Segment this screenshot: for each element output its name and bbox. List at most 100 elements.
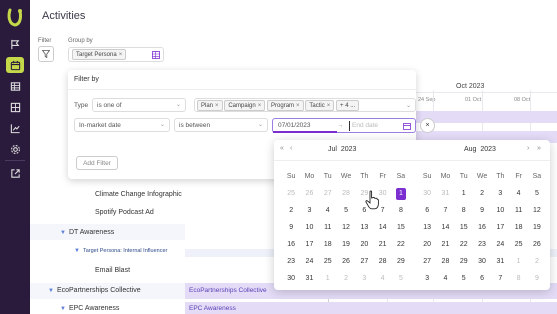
calendar-day[interactable]: 4 — [373, 270, 391, 287]
calendar-day[interactable]: 11 — [319, 219, 337, 236]
operator-select[interactable]: is one of ⌄ — [92, 98, 186, 112]
calendar-day[interactable]: 1 — [509, 253, 527, 270]
calendar-day[interactable]: 10 — [300, 219, 318, 236]
calendar-day[interactable]: 27 — [355, 253, 373, 270]
calendar-day[interactable]: 5 — [455, 270, 473, 287]
chevron-down-icon[interactable]: ▼ — [60, 230, 66, 236]
calendar-day[interactable]: 16 — [473, 219, 491, 236]
table-icon[interactable] — [6, 78, 24, 94]
add-filter-button[interactable]: Add Filter — [76, 156, 118, 170]
value-multiselect[interactable]: Plan × Campaign × Program × Tactic × + 4 ...… — [194, 98, 416, 112]
calendar-day[interactable]: 6 — [473, 270, 491, 287]
calendar-day[interactable]: 28 — [337, 185, 355, 202]
chip-remove-icon[interactable]: × — [258, 103, 262, 109]
calendar-day[interactable]: 22 — [392, 236, 410, 253]
calendar-day[interactable]: 2 — [473, 185, 491, 202]
field-select[interactable]: In-market date ⌄ — [74, 118, 170, 132]
calendar-day[interactable]: 25 — [509, 236, 527, 253]
year-select[interactable]: 2023 — [341, 146, 357, 153]
calendar-day[interactable]: 1 — [319, 270, 337, 287]
app-logo[interactable] — [6, 8, 24, 28]
calendar-day[interactable]: 10 — [491, 202, 509, 219]
calendar-day[interactable]: 12 — [337, 219, 355, 236]
calendar-day[interactable]: 28 — [436, 253, 454, 270]
calendar-day[interactable]: 17 — [300, 236, 318, 253]
analytics-icon[interactable] — [6, 120, 24, 136]
calendar-day[interactable]: 18 — [319, 236, 337, 253]
group-row[interactable]: ▼ Target Persona: Internal Influencer — [74, 248, 167, 254]
chevron-down-icon[interactable]: ▼ — [60, 306, 66, 312]
settings-icon[interactable] — [6, 141, 24, 157]
calendar-day[interactable]: 12 — [528, 202, 546, 219]
filter-button[interactable] — [38, 46, 54, 62]
chevron-down-icon[interactable]: ▼ — [74, 248, 80, 254]
calendar-day[interactable]: 19 — [337, 236, 355, 253]
calendar-day[interactable]: 4 — [509, 185, 527, 202]
calendar-day[interactable]: 8 — [509, 270, 527, 287]
group-row[interactable]: ▼ EcoPartnerships Collective — [48, 287, 141, 294]
flag-icon[interactable] — [6, 36, 24, 52]
more-chip[interactable]: + 4 ... — [336, 100, 360, 111]
external-link-icon[interactable] — [6, 165, 24, 181]
calendar-day[interactable]: 25 — [319, 253, 337, 270]
calendar-day[interactable]: 26 — [300, 185, 318, 202]
next-year-button[interactable]: » — [537, 145, 541, 152]
calendar-day[interactable]: 25 — [282, 185, 300, 202]
calendar-day[interactable]: 29 — [455, 253, 473, 270]
year-select[interactable]: 2023 — [480, 146, 496, 153]
calendar-day[interactable]: 31 — [300, 270, 318, 287]
calendar-day[interactable]: 7 — [436, 202, 454, 219]
activity-row-label[interactable]: Email Blast — [95, 267, 130, 274]
calendar-day[interactable]: 3 — [355, 270, 373, 287]
end-date-placeholder[interactable]: End date — [352, 122, 378, 129]
calendar-day-selected[interactable]: 1 — [392, 185, 410, 202]
calendar-day[interactable]: 20 — [355, 236, 373, 253]
calendar-day[interactable]: 24 — [491, 236, 509, 253]
calendar-day[interactable]: 3 — [491, 185, 509, 202]
chip-remove-icon[interactable]: × — [296, 103, 300, 109]
calendar-day[interactable]: 21 — [373, 236, 391, 253]
group-row[interactable]: ▼ DT Awareness — [60, 229, 114, 236]
chip-remove-icon[interactable]: × — [215, 103, 219, 109]
calendar-day[interactable]: 6 — [418, 202, 436, 219]
chip-remove-icon[interactable]: × — [119, 52, 123, 58]
calendar-day[interactable]: 9 — [282, 219, 300, 236]
month-select[interactable]: Jul — [328, 146, 337, 153]
calendar-day[interactable]: 15 — [455, 219, 473, 236]
remove-filter-button[interactable]: × — [420, 118, 435, 133]
grid-select-icon[interactable] — [152, 51, 160, 59]
calendar-day[interactable]: 3 — [418, 270, 436, 287]
chip-remove-icon[interactable]: × — [327, 103, 331, 109]
start-date-value[interactable]: 07/01/2023 — [278, 122, 311, 129]
grid-icon[interactable] — [6, 99, 24, 115]
calendar-day[interactable]: 19 — [528, 219, 546, 236]
calendar-day[interactable]: 2 — [528, 253, 546, 270]
calendar-day[interactable]: 31 — [491, 253, 509, 270]
calendar-day[interactable]: 15 — [392, 219, 410, 236]
calendar-day[interactable]: 28 — [373, 253, 391, 270]
group-row[interactable]: ▼ EPC Awareness — [60, 305, 119, 312]
calendar-day[interactable]: 23 — [473, 236, 491, 253]
calendar-day[interactable]: 4 — [319, 202, 337, 219]
calendar-day[interactable]: 30 — [418, 185, 436, 202]
groupby-select[interactable]: Target Persona × — [68, 47, 164, 62]
calendar-day[interactable]: 5 — [392, 270, 410, 287]
calendar-day[interactable]: 27 — [319, 185, 337, 202]
calendar-day[interactable]: 1 — [455, 185, 473, 202]
calendar-day[interactable]: 27 — [418, 253, 436, 270]
calendar-day[interactable]: 8 — [392, 202, 410, 219]
calendar-day[interactable]: 13 — [355, 219, 373, 236]
calendar-day[interactable]: 31 — [436, 185, 454, 202]
calendar-day[interactable]: 17 — [491, 219, 509, 236]
timeline-bar[interactable]: EPC Awareness — [185, 302, 557, 314]
calendar-day[interactable]: 30 — [473, 253, 491, 270]
next-month-button[interactable]: › — [527, 145, 529, 152]
calendar-day[interactable]: 22 — [455, 236, 473, 253]
calendar-day[interactable]: 29 — [392, 253, 410, 270]
calendar-day[interactable]: 30 — [282, 270, 300, 287]
calendar-day[interactable]: 14 — [436, 219, 454, 236]
calendar-day[interactable]: 21 — [436, 236, 454, 253]
month-select[interactable]: Aug — [464, 146, 476, 153]
calendar-day[interactable]: 2 — [337, 270, 355, 287]
calendar-day[interactable]: 8 — [455, 202, 473, 219]
